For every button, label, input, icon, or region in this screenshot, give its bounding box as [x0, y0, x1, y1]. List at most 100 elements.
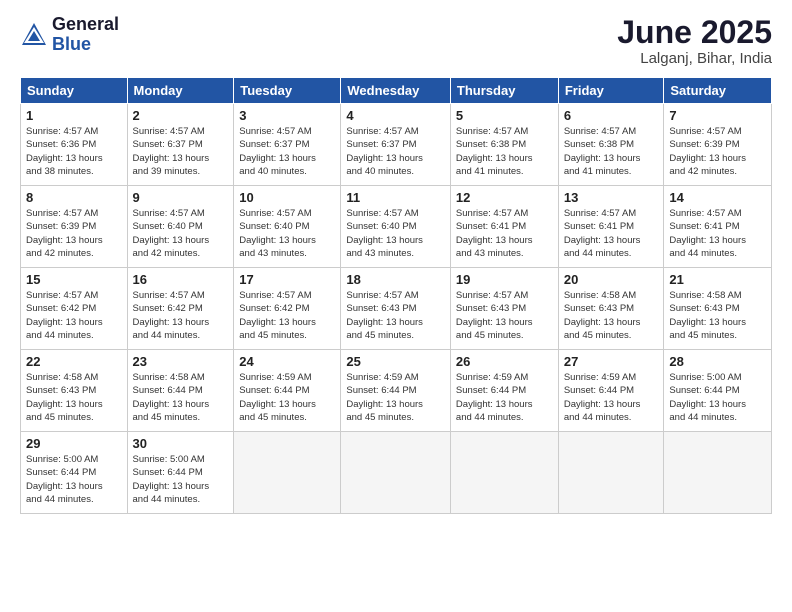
table-row: 19 Sunrise: 4:57 AMSunset: 6:43 PMDayligh… [450, 268, 558, 350]
day-info: Sunrise: 4:58 AMSunset: 6:43 PMDaylight:… [564, 289, 659, 342]
day-number: 5 [456, 108, 553, 123]
day-number: 7 [669, 108, 766, 123]
day-number: 11 [346, 190, 445, 205]
table-row [234, 432, 341, 514]
day-number: 21 [669, 272, 766, 287]
day-info: Sunrise: 4:57 AMSunset: 6:40 PMDaylight:… [346, 207, 445, 260]
day-info: Sunrise: 4:57 AMSunset: 6:40 PMDaylight:… [239, 207, 335, 260]
day-number: 1 [26, 108, 122, 123]
day-number: 4 [346, 108, 445, 123]
calendar-week-row: 1 Sunrise: 4:57 AMSunset: 6:36 PMDaylight… [21, 104, 772, 186]
day-number: 26 [456, 354, 553, 369]
day-number: 15 [26, 272, 122, 287]
day-info: Sunrise: 5:00 AMSunset: 6:44 PMDaylight:… [669, 371, 766, 424]
table-row: 11 Sunrise: 4:57 AMSunset: 6:40 PMDayligh… [341, 186, 451, 268]
day-info: Sunrise: 4:57 AMSunset: 6:39 PMDaylight:… [26, 207, 122, 260]
day-number: 25 [346, 354, 445, 369]
day-info: Sunrise: 4:57 AMSunset: 6:38 PMDaylight:… [564, 125, 659, 178]
day-number: 2 [133, 108, 229, 123]
table-row [558, 432, 664, 514]
table-row: 12Sunrise: 4:57 AMSunset: 6:41 PMDayligh… [450, 186, 558, 268]
table-row: 2 Sunrise: 4:57 AMSunset: 6:37 PMDaylight… [127, 104, 234, 186]
logo-text: General Blue [52, 15, 119, 55]
day-info: Sunrise: 4:57 AMSunset: 6:42 PMDaylight:… [133, 289, 229, 342]
table-row: 3 Sunrise: 4:57 AMSunset: 6:37 PMDaylight… [234, 104, 341, 186]
calendar-header-row: Sunday Monday Tuesday Wednesday Thursday… [21, 78, 772, 104]
table-row: 7 Sunrise: 4:57 AMSunset: 6:39 PMDaylight… [664, 104, 772, 186]
calendar-week-row: 22 Sunrise: 4:58 AMSunset: 6:43 PMDayligh… [21, 350, 772, 432]
day-info: Sunrise: 4:57 AMSunset: 6:38 PMDaylight:… [456, 125, 553, 178]
day-info: Sunrise: 4:57 AMSunset: 6:41 PMDaylight:… [456, 207, 553, 260]
day-number: 3 [239, 108, 335, 123]
day-number: 14 [669, 190, 766, 205]
table-row [450, 432, 558, 514]
header-sunday: Sunday [21, 78, 128, 104]
table-row: 29Sunrise: 5:00 AMSunset: 6:44 PMDayligh… [21, 432, 128, 514]
day-info: Sunrise: 4:59 AMSunset: 6:44 PMDaylight:… [239, 371, 335, 424]
day-info: Sunrise: 4:57 AMSunset: 6:43 PMDaylight:… [346, 289, 445, 342]
day-info: Sunrise: 4:57 AMSunset: 6:37 PMDaylight:… [133, 125, 229, 178]
table-row: 25 Sunrise: 4:59 AMSunset: 6:44 PMDayligh… [341, 350, 451, 432]
table-row: 13Sunrise: 4:57 AMSunset: 6:41 PMDayligh… [558, 186, 664, 268]
day-info: Sunrise: 4:57 AMSunset: 6:37 PMDaylight:… [346, 125, 445, 178]
table-row: 6 Sunrise: 4:57 AMSunset: 6:38 PMDaylight… [558, 104, 664, 186]
day-number: 6 [564, 108, 659, 123]
header-thursday: Thursday [450, 78, 558, 104]
day-number: 16 [133, 272, 229, 287]
day-number: 24 [239, 354, 335, 369]
header-tuesday: Tuesday [234, 78, 341, 104]
table-row: 24 Sunrise: 4:59 AMSunset: 6:44 PMDayligh… [234, 350, 341, 432]
month-title: June 2025 [617, 15, 772, 50]
day-number: 22 [26, 354, 122, 369]
day-info: Sunrise: 4:58 AMSunset: 6:43 PMDaylight:… [26, 371, 122, 424]
table-row: 10 Sunrise: 4:57 AMSunset: 6:40 PMDayligh… [234, 186, 341, 268]
day-number: 17 [239, 272, 335, 287]
table-row [341, 432, 451, 514]
day-info: Sunrise: 4:57 AMSunset: 6:39 PMDaylight:… [669, 125, 766, 178]
table-row: 1 Sunrise: 4:57 AMSunset: 6:36 PMDaylight… [21, 104, 128, 186]
table-row: 9Sunrise: 4:57 AMSunset: 6:40 PMDaylight… [127, 186, 234, 268]
header-wednesday: Wednesday [341, 78, 451, 104]
calendar-page: General Blue June 2025 Lalganj, Bihar, I… [0, 0, 792, 612]
table-row: 22 Sunrise: 4:58 AMSunset: 6:43 PMDayligh… [21, 350, 128, 432]
day-number: 28 [669, 354, 766, 369]
day-info: Sunrise: 4:57 AMSunset: 6:37 PMDaylight:… [239, 125, 335, 178]
header-monday: Monday [127, 78, 234, 104]
header: General Blue June 2025 Lalganj, Bihar, I… [20, 15, 772, 67]
logo-blue: Blue [52, 35, 119, 55]
calendar-week-row: 8Sunrise: 4:57 AMSunset: 6:39 PMDaylight… [21, 186, 772, 268]
table-row: 27Sunrise: 4:59 AMSunset: 6:44 PMDayligh… [558, 350, 664, 432]
day-info: Sunrise: 4:58 AMSunset: 6:44 PMDaylight:… [133, 371, 229, 424]
day-number: 10 [239, 190, 335, 205]
table-row: 30 Sunrise: 5:00 AMSunset: 6:44 PMDayligh… [127, 432, 234, 514]
calendar-week-row: 29Sunrise: 5:00 AMSunset: 6:44 PMDayligh… [21, 432, 772, 514]
table-row: 21 Sunrise: 4:58 AMSunset: 6:43 PMDayligh… [664, 268, 772, 350]
logo-icon [20, 21, 48, 49]
day-number: 30 [133, 436, 229, 451]
day-info: Sunrise: 5:00 AMSunset: 6:44 PMDaylight:… [133, 453, 229, 506]
table-row: 18Sunrise: 4:57 AMSunset: 6:43 PMDayligh… [341, 268, 451, 350]
day-info: Sunrise: 5:00 AMSunset: 6:44 PMDaylight:… [26, 453, 122, 506]
day-info: Sunrise: 4:57 AMSunset: 6:43 PMDaylight:… [456, 289, 553, 342]
header-saturday: Saturday [664, 78, 772, 104]
day-info: Sunrise: 4:58 AMSunset: 6:43 PMDaylight:… [669, 289, 766, 342]
table-row: 8Sunrise: 4:57 AMSunset: 6:39 PMDaylight… [21, 186, 128, 268]
table-row: 17 Sunrise: 4:57 AMSunset: 6:42 PMDayligh… [234, 268, 341, 350]
day-info: Sunrise: 4:59 AMSunset: 6:44 PMDaylight:… [564, 371, 659, 424]
logo-general: General [52, 15, 119, 35]
location: Lalganj, Bihar, India [617, 50, 772, 67]
day-number: 9 [133, 190, 229, 205]
table-row: 26Sunrise: 4:59 AMSunset: 6:44 PMDayligh… [450, 350, 558, 432]
day-info: Sunrise: 4:57 AMSunset: 6:36 PMDaylight:… [26, 125, 122, 178]
calendar-week-row: 15 Sunrise: 4:57 AMSunset: 6:42 PMDayligh… [21, 268, 772, 350]
table-row: 14Sunrise: 4:57 AMSunset: 6:41 PMDayligh… [664, 186, 772, 268]
title-section: June 2025 Lalganj, Bihar, India [617, 15, 772, 67]
table-row [664, 432, 772, 514]
day-info: Sunrise: 4:59 AMSunset: 6:44 PMDaylight:… [346, 371, 445, 424]
table-row: 28 Sunrise: 5:00 AMSunset: 6:44 PMDayligh… [664, 350, 772, 432]
logo: General Blue [20, 15, 119, 55]
day-number: 19 [456, 272, 553, 287]
day-info: Sunrise: 4:57 AMSunset: 6:42 PMDaylight:… [239, 289, 335, 342]
day-info: Sunrise: 4:57 AMSunset: 6:42 PMDaylight:… [26, 289, 122, 342]
table-row: 16 Sunrise: 4:57 AMSunset: 6:42 PMDayligh… [127, 268, 234, 350]
